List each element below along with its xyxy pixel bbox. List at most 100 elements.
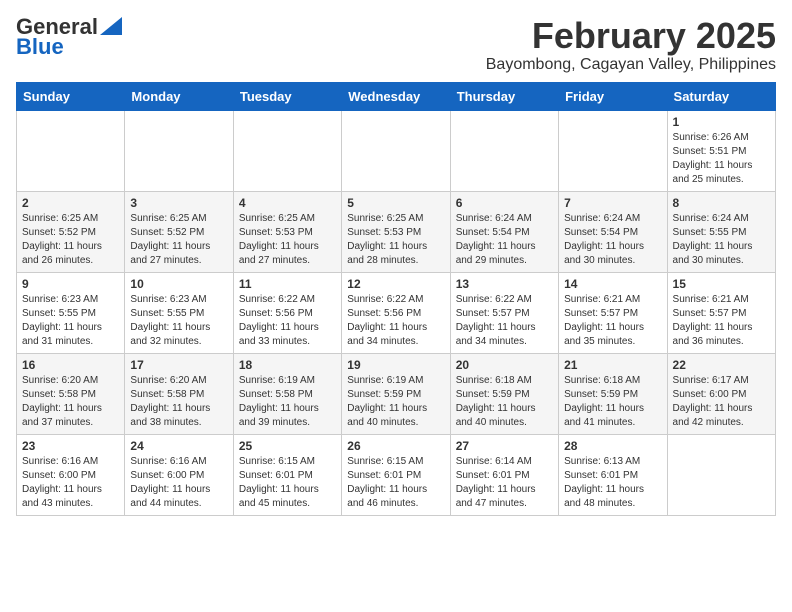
day-number: 12: [347, 277, 444, 291]
calendar-cell: 18 Sunrise: 6:19 AM Sunset: 5:58 PM Dayli…: [233, 353, 341, 434]
day-number: 18: [239, 358, 336, 372]
day-info: Sunrise: 6:25 AM Sunset: 5:53 PM Dayligh…: [347, 212, 444, 268]
calendar-cell: 16 Sunrise: 6:20 AM Sunset: 5:58 PM Dayli…: [17, 353, 125, 434]
weekday-header-friday: Friday: [559, 82, 667, 110]
calendar-cell: [233, 110, 341, 191]
day-number: 8: [673, 196, 770, 210]
month-title: February 2025: [486, 16, 776, 56]
calendar-cell: 8 Sunrise: 6:24 AM Sunset: 5:55 PM Daylig…: [667, 191, 775, 272]
day-number: 1: [673, 115, 770, 129]
calendar-cell: 1 Sunrise: 6:26 AM Sunset: 5:51 PM Daylig…: [667, 110, 775, 191]
calendar-cell: 6 Sunrise: 6:24 AM Sunset: 5:54 PM Daylig…: [450, 191, 558, 272]
weekday-header-monday: Monday: [125, 82, 233, 110]
calendar-cell: 2 Sunrise: 6:25 AM Sunset: 5:52 PM Daylig…: [17, 191, 125, 272]
day-number: 24: [130, 439, 227, 453]
day-info: Sunrise: 6:22 AM Sunset: 5:56 PM Dayligh…: [239, 293, 336, 349]
calendar-cell: 17 Sunrise: 6:20 AM Sunset: 5:58 PM Dayli…: [125, 353, 233, 434]
calendar-cell: [450, 110, 558, 191]
logo: General Blue: [16, 16, 122, 58]
calendar-cell: 7 Sunrise: 6:24 AM Sunset: 5:54 PM Daylig…: [559, 191, 667, 272]
day-number: 19: [347, 358, 444, 372]
day-info: Sunrise: 6:24 AM Sunset: 5:54 PM Dayligh…: [456, 212, 553, 268]
day-info: Sunrise: 6:22 AM Sunset: 5:57 PM Dayligh…: [456, 293, 553, 349]
calendar-cell: 21Sunrise: 6:18 AM Sunset: 5:59 PM Dayli…: [559, 353, 667, 434]
calendar-cell: [17, 110, 125, 191]
title-area: February 2025 Bayombong, Cagayan Valley,…: [486, 16, 776, 74]
day-number: 4: [239, 196, 336, 210]
calendar-cell: [559, 110, 667, 191]
day-number: 5: [347, 196, 444, 210]
day-info: Sunrise: 6:20 AM Sunset: 5:58 PM Dayligh…: [130, 374, 227, 430]
day-number: 13: [456, 277, 553, 291]
logo-icon: [100, 17, 122, 35]
calendar-cell: 13 Sunrise: 6:22 AM Sunset: 5:57 PM Dayli…: [450, 272, 558, 353]
calendar-cell: 28 Sunrise: 6:13 AM Sunset: 6:01 PM Dayli…: [559, 434, 667, 515]
day-number: 7: [564, 196, 661, 210]
calendar-cell: 20 Sunrise: 6:18 AM Sunset: 5:59 PM Dayli…: [450, 353, 558, 434]
calendar-cell: 9 Sunrise: 6:23 AM Sunset: 5:55 PM Daylig…: [17, 272, 125, 353]
calendar-week-row: 9 Sunrise: 6:23 AM Sunset: 5:55 PM Daylig…: [17, 272, 776, 353]
calendar-cell: 19 Sunrise: 6:19 AM Sunset: 5:59 PM Dayli…: [342, 353, 450, 434]
day-info: Sunrise: 6:25 AM Sunset: 5:52 PM Dayligh…: [130, 212, 227, 268]
day-number: 16: [22, 358, 119, 372]
day-info: Sunrise: 6:18 AM Sunset: 5:59 PM Dayligh…: [564, 374, 661, 430]
day-number: 23: [22, 439, 119, 453]
calendar-cell: 22 Sunrise: 6:17 AM Sunset: 6:00 PM Dayli…: [667, 353, 775, 434]
day-number: 20: [456, 358, 553, 372]
calendar-week-row: 1 Sunrise: 6:26 AM Sunset: 5:51 PM Daylig…: [17, 110, 776, 191]
day-info: Sunrise: 6:20 AM Sunset: 5:58 PM Dayligh…: [22, 374, 119, 430]
calendar-table: SundayMondayTuesdayWednesdayThursdayFrid…: [16, 82, 776, 516]
day-number: 15: [673, 277, 770, 291]
day-info: Sunrise: 6:26 AM Sunset: 5:51 PM Dayligh…: [673, 131, 770, 187]
day-number: 11: [239, 277, 336, 291]
day-info: Sunrise: 6:21 AM Sunset: 5:57 PM Dayligh…: [673, 293, 770, 349]
calendar-cell: 26Sunrise: 6:15 AM Sunset: 6:01 PM Dayli…: [342, 434, 450, 515]
day-info: Sunrise: 6:21 AM Sunset: 5:57 PM Dayligh…: [564, 293, 661, 349]
day-info: Sunrise: 6:25 AM Sunset: 5:52 PM Dayligh…: [22, 212, 119, 268]
day-number: 14: [564, 277, 661, 291]
day-info: Sunrise: 6:16 AM Sunset: 6:00 PM Dayligh…: [22, 455, 119, 511]
day-info: Sunrise: 6:23 AM Sunset: 5:55 PM Dayligh…: [22, 293, 119, 349]
day-info: Sunrise: 6:17 AM Sunset: 6:00 PM Dayligh…: [673, 374, 770, 430]
calendar-cell: 12Sunrise: 6:22 AM Sunset: 5:56 PM Dayli…: [342, 272, 450, 353]
day-info: Sunrise: 6:24 AM Sunset: 5:55 PM Dayligh…: [673, 212, 770, 268]
weekday-header-tuesday: Tuesday: [233, 82, 341, 110]
day-number: 6: [456, 196, 553, 210]
day-info: Sunrise: 6:19 AM Sunset: 5:58 PM Dayligh…: [239, 374, 336, 430]
day-info: Sunrise: 6:24 AM Sunset: 5:54 PM Dayligh…: [564, 212, 661, 268]
calendar-cell: 10 Sunrise: 6:23 AM Sunset: 5:55 PM Dayli…: [125, 272, 233, 353]
day-info: Sunrise: 6:14 AM Sunset: 6:01 PM Dayligh…: [456, 455, 553, 511]
day-info: Sunrise: 6:15 AM Sunset: 6:01 PM Dayligh…: [239, 455, 336, 511]
weekday-header-row: SundayMondayTuesdayWednesdayThursdayFrid…: [17, 82, 776, 110]
day-number: 9: [22, 277, 119, 291]
day-info: Sunrise: 6:23 AM Sunset: 5:55 PM Dayligh…: [130, 293, 227, 349]
calendar-cell: 23 Sunrise: 6:16 AM Sunset: 6:00 PM Dayli…: [17, 434, 125, 515]
day-number: 17: [130, 358, 227, 372]
page-header: General Blue February 2025 Bayombong, Ca…: [16, 16, 776, 74]
day-number: 2: [22, 196, 119, 210]
calendar-cell: 14 Sunrise: 6:21 AM Sunset: 5:57 PM Dayli…: [559, 272, 667, 353]
day-info: Sunrise: 6:18 AM Sunset: 5:59 PM Dayligh…: [456, 374, 553, 430]
subtitle: Bayombong, Cagayan Valley, Philippines: [486, 56, 776, 74]
day-info: Sunrise: 6:25 AM Sunset: 5:53 PM Dayligh…: [239, 212, 336, 268]
day-info: Sunrise: 6:13 AM Sunset: 6:01 PM Dayligh…: [564, 455, 661, 511]
day-number: 22: [673, 358, 770, 372]
calendar-week-row: 16 Sunrise: 6:20 AM Sunset: 5:58 PM Dayli…: [17, 353, 776, 434]
weekday-header-sunday: Sunday: [17, 82, 125, 110]
calendar-cell: 24 Sunrise: 6:16 AM Sunset: 6:00 PM Dayli…: [125, 434, 233, 515]
day-number: 25: [239, 439, 336, 453]
day-number: 28: [564, 439, 661, 453]
calendar-cell: 15 Sunrise: 6:21 AM Sunset: 5:57 PM Dayli…: [667, 272, 775, 353]
logo-blue: Blue: [16, 36, 64, 58]
day-info: Sunrise: 6:15 AM Sunset: 6:01 PM Dayligh…: [347, 455, 444, 511]
calendar-cell: 11 Sunrise: 6:22 AM Sunset: 5:56 PM Dayli…: [233, 272, 341, 353]
day-info: Sunrise: 6:16 AM Sunset: 6:00 PM Dayligh…: [130, 455, 227, 511]
weekday-header-saturday: Saturday: [667, 82, 775, 110]
day-info: Sunrise: 6:19 AM Sunset: 5:59 PM Dayligh…: [347, 374, 444, 430]
calendar-week-row: 2 Sunrise: 6:25 AM Sunset: 5:52 PM Daylig…: [17, 191, 776, 272]
day-number: 10: [130, 277, 227, 291]
weekday-header-wednesday: Wednesday: [342, 82, 450, 110]
day-number: 27: [456, 439, 553, 453]
calendar-cell: 3Sunrise: 6:25 AM Sunset: 5:52 PM Daylig…: [125, 191, 233, 272]
calendar-week-row: 23 Sunrise: 6:16 AM Sunset: 6:00 PM Dayli…: [17, 434, 776, 515]
